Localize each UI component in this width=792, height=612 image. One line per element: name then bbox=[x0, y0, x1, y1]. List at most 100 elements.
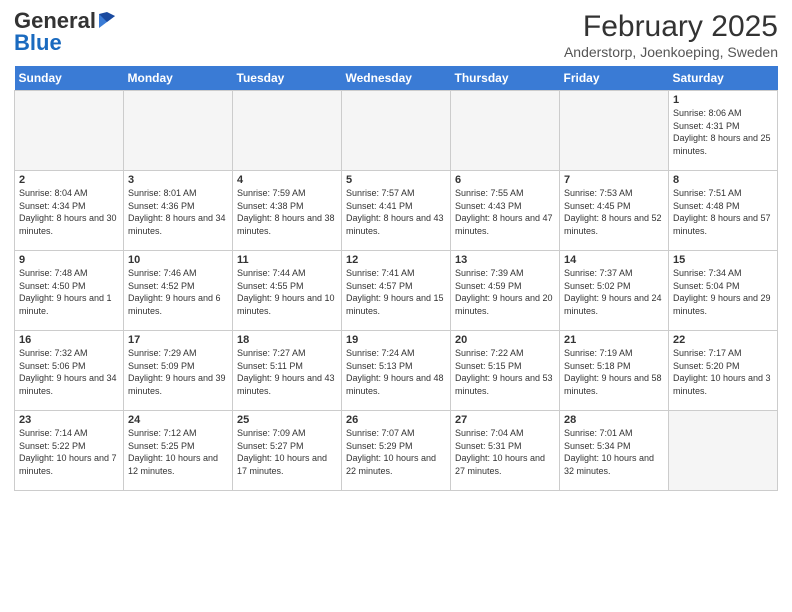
day-info: Sunrise: 7:04 AM Sunset: 5:31 PM Dayligh… bbox=[455, 427, 555, 477]
table-row: 2Sunrise: 8:04 AM Sunset: 4:34 PM Daylig… bbox=[15, 171, 124, 251]
day-info: Sunrise: 7:48 AM Sunset: 4:50 PM Dayligh… bbox=[19, 267, 119, 317]
day-number: 6 bbox=[455, 174, 555, 186]
day-number: 15 bbox=[673, 254, 773, 266]
col-thursday: Thursday bbox=[451, 66, 560, 91]
day-info: Sunrise: 8:04 AM Sunset: 4:34 PM Dayligh… bbox=[19, 187, 119, 237]
day-number: 3 bbox=[128, 174, 228, 186]
header: General Blue February 2025 Anderstorp, J… bbox=[14, 10, 778, 60]
day-info: Sunrise: 7:34 AM Sunset: 5:04 PM Dayligh… bbox=[673, 267, 773, 317]
day-info: Sunrise: 7:46 AM Sunset: 4:52 PM Dayligh… bbox=[128, 267, 228, 317]
day-number: 18 bbox=[237, 334, 337, 346]
day-number: 8 bbox=[673, 174, 773, 186]
day-info: Sunrise: 8:06 AM Sunset: 4:31 PM Dayligh… bbox=[673, 107, 773, 157]
table-row: 13Sunrise: 7:39 AM Sunset: 4:59 PM Dayli… bbox=[451, 251, 560, 331]
location-subtitle: Anderstorp, Joenkoeping, Sweden bbox=[564, 44, 778, 60]
table-row: 5Sunrise: 7:57 AM Sunset: 4:41 PM Daylig… bbox=[342, 171, 451, 251]
day-info: Sunrise: 7:51 AM Sunset: 4:48 PM Dayligh… bbox=[673, 187, 773, 237]
table-row: 20Sunrise: 7:22 AM Sunset: 5:15 PM Dayli… bbox=[451, 331, 560, 411]
day-info: Sunrise: 7:32 AM Sunset: 5:06 PM Dayligh… bbox=[19, 347, 119, 397]
table-row: 17Sunrise: 7:29 AM Sunset: 5:09 PM Dayli… bbox=[124, 331, 233, 411]
day-info: Sunrise: 7:55 AM Sunset: 4:43 PM Dayligh… bbox=[455, 187, 555, 237]
table-row: 21Sunrise: 7:19 AM Sunset: 5:18 PM Dayli… bbox=[560, 331, 669, 411]
table-row: 12Sunrise: 7:41 AM Sunset: 4:57 PM Dayli… bbox=[342, 251, 451, 331]
col-wednesday: Wednesday bbox=[342, 66, 451, 91]
table-row bbox=[669, 411, 778, 491]
day-number: 24 bbox=[128, 414, 228, 426]
day-number: 5 bbox=[346, 174, 446, 186]
day-info: Sunrise: 7:39 AM Sunset: 4:59 PM Dayligh… bbox=[455, 267, 555, 317]
day-info: Sunrise: 7:17 AM Sunset: 5:20 PM Dayligh… bbox=[673, 347, 773, 397]
calendar-week-row: 23Sunrise: 7:14 AM Sunset: 5:22 PM Dayli… bbox=[15, 411, 778, 491]
day-info: Sunrise: 7:29 AM Sunset: 5:09 PM Dayligh… bbox=[128, 347, 228, 397]
table-row bbox=[560, 91, 669, 171]
table-row: 4Sunrise: 7:59 AM Sunset: 4:38 PM Daylig… bbox=[233, 171, 342, 251]
calendar-week-row: 9Sunrise: 7:48 AM Sunset: 4:50 PM Daylig… bbox=[15, 251, 778, 331]
day-number: 14 bbox=[564, 254, 664, 266]
table-row: 22Sunrise: 7:17 AM Sunset: 5:20 PM Dayli… bbox=[669, 331, 778, 411]
day-number: 26 bbox=[346, 414, 446, 426]
day-number: 17 bbox=[128, 334, 228, 346]
day-number: 9 bbox=[19, 254, 119, 266]
day-info: Sunrise: 7:57 AM Sunset: 4:41 PM Dayligh… bbox=[346, 187, 446, 237]
day-number: 22 bbox=[673, 334, 773, 346]
table-row: 11Sunrise: 7:44 AM Sunset: 4:55 PM Dayli… bbox=[233, 251, 342, 331]
day-number: 21 bbox=[564, 334, 664, 346]
day-info: Sunrise: 7:14 AM Sunset: 5:22 PM Dayligh… bbox=[19, 427, 119, 477]
calendar-week-row: 1Sunrise: 8:06 AM Sunset: 4:31 PM Daylig… bbox=[15, 91, 778, 171]
table-row: 28Sunrise: 7:01 AM Sunset: 5:34 PM Dayli… bbox=[560, 411, 669, 491]
logo: General Blue bbox=[14, 10, 115, 55]
calendar-table: Sunday Monday Tuesday Wednesday Thursday… bbox=[14, 66, 778, 491]
day-number: 23 bbox=[19, 414, 119, 426]
table-row: 14Sunrise: 7:37 AM Sunset: 5:02 PM Dayli… bbox=[560, 251, 669, 331]
calendar-week-row: 16Sunrise: 7:32 AM Sunset: 5:06 PM Dayli… bbox=[15, 331, 778, 411]
table-row: 7Sunrise: 7:53 AM Sunset: 4:45 PM Daylig… bbox=[560, 171, 669, 251]
table-row: 8Sunrise: 7:51 AM Sunset: 4:48 PM Daylig… bbox=[669, 171, 778, 251]
day-info: Sunrise: 7:01 AM Sunset: 5:34 PM Dayligh… bbox=[564, 427, 664, 477]
table-row: 27Sunrise: 7:04 AM Sunset: 5:31 PM Dayli… bbox=[451, 411, 560, 491]
day-info: Sunrise: 7:19 AM Sunset: 5:18 PM Dayligh… bbox=[564, 347, 664, 397]
day-number: 20 bbox=[455, 334, 555, 346]
day-info: Sunrise: 7:09 AM Sunset: 5:27 PM Dayligh… bbox=[237, 427, 337, 477]
table-row: 15Sunrise: 7:34 AM Sunset: 5:04 PM Dayli… bbox=[669, 251, 778, 331]
table-row: 9Sunrise: 7:48 AM Sunset: 4:50 PM Daylig… bbox=[15, 251, 124, 331]
month-title: February 2025 bbox=[564, 10, 778, 44]
day-info: Sunrise: 7:27 AM Sunset: 5:11 PM Dayligh… bbox=[237, 347, 337, 397]
day-number: 19 bbox=[346, 334, 446, 346]
day-number: 7 bbox=[564, 174, 664, 186]
calendar-week-row: 2Sunrise: 8:04 AM Sunset: 4:34 PM Daylig… bbox=[15, 171, 778, 251]
logo-blue: Blue bbox=[14, 30, 62, 55]
table-row: 18Sunrise: 7:27 AM Sunset: 5:11 PM Dayli… bbox=[233, 331, 342, 411]
day-info: Sunrise: 7:37 AM Sunset: 5:02 PM Dayligh… bbox=[564, 267, 664, 317]
page-container: General Blue February 2025 Anderstorp, J… bbox=[0, 0, 792, 497]
day-number: 12 bbox=[346, 254, 446, 266]
day-number: 25 bbox=[237, 414, 337, 426]
day-info: Sunrise: 7:41 AM Sunset: 4:57 PM Dayligh… bbox=[346, 267, 446, 317]
day-info: Sunrise: 7:12 AM Sunset: 5:25 PM Dayligh… bbox=[128, 427, 228, 477]
day-number: 4 bbox=[237, 174, 337, 186]
col-monday: Monday bbox=[124, 66, 233, 91]
table-row bbox=[233, 91, 342, 171]
day-info: Sunrise: 8:01 AM Sunset: 4:36 PM Dayligh… bbox=[128, 187, 228, 237]
day-number: 2 bbox=[19, 174, 119, 186]
day-info: Sunrise: 7:53 AM Sunset: 4:45 PM Dayligh… bbox=[564, 187, 664, 237]
day-number: 27 bbox=[455, 414, 555, 426]
day-info: Sunrise: 7:24 AM Sunset: 5:13 PM Dayligh… bbox=[346, 347, 446, 397]
day-info: Sunrise: 7:59 AM Sunset: 4:38 PM Dayligh… bbox=[237, 187, 337, 237]
table-row: 25Sunrise: 7:09 AM Sunset: 5:27 PM Dayli… bbox=[233, 411, 342, 491]
table-row bbox=[124, 91, 233, 171]
day-number: 11 bbox=[237, 254, 337, 266]
col-tuesday: Tuesday bbox=[233, 66, 342, 91]
table-row: 24Sunrise: 7:12 AM Sunset: 5:25 PM Dayli… bbox=[124, 411, 233, 491]
table-row: 26Sunrise: 7:07 AM Sunset: 5:29 PM Dayli… bbox=[342, 411, 451, 491]
col-saturday: Saturday bbox=[669, 66, 778, 91]
table-row: 16Sunrise: 7:32 AM Sunset: 5:06 PM Dayli… bbox=[15, 331, 124, 411]
table-row bbox=[342, 91, 451, 171]
day-number: 10 bbox=[128, 254, 228, 266]
day-info: Sunrise: 7:44 AM Sunset: 4:55 PM Dayligh… bbox=[237, 267, 337, 317]
weekday-header-row: Sunday Monday Tuesday Wednesday Thursday… bbox=[15, 66, 778, 91]
day-number: 1 bbox=[673, 94, 773, 106]
logo-flag-icon bbox=[97, 12, 115, 30]
table-row: 10Sunrise: 7:46 AM Sunset: 4:52 PM Dayli… bbox=[124, 251, 233, 331]
table-row: 19Sunrise: 7:24 AM Sunset: 5:13 PM Dayli… bbox=[342, 331, 451, 411]
logo-general: General bbox=[14, 10, 96, 32]
